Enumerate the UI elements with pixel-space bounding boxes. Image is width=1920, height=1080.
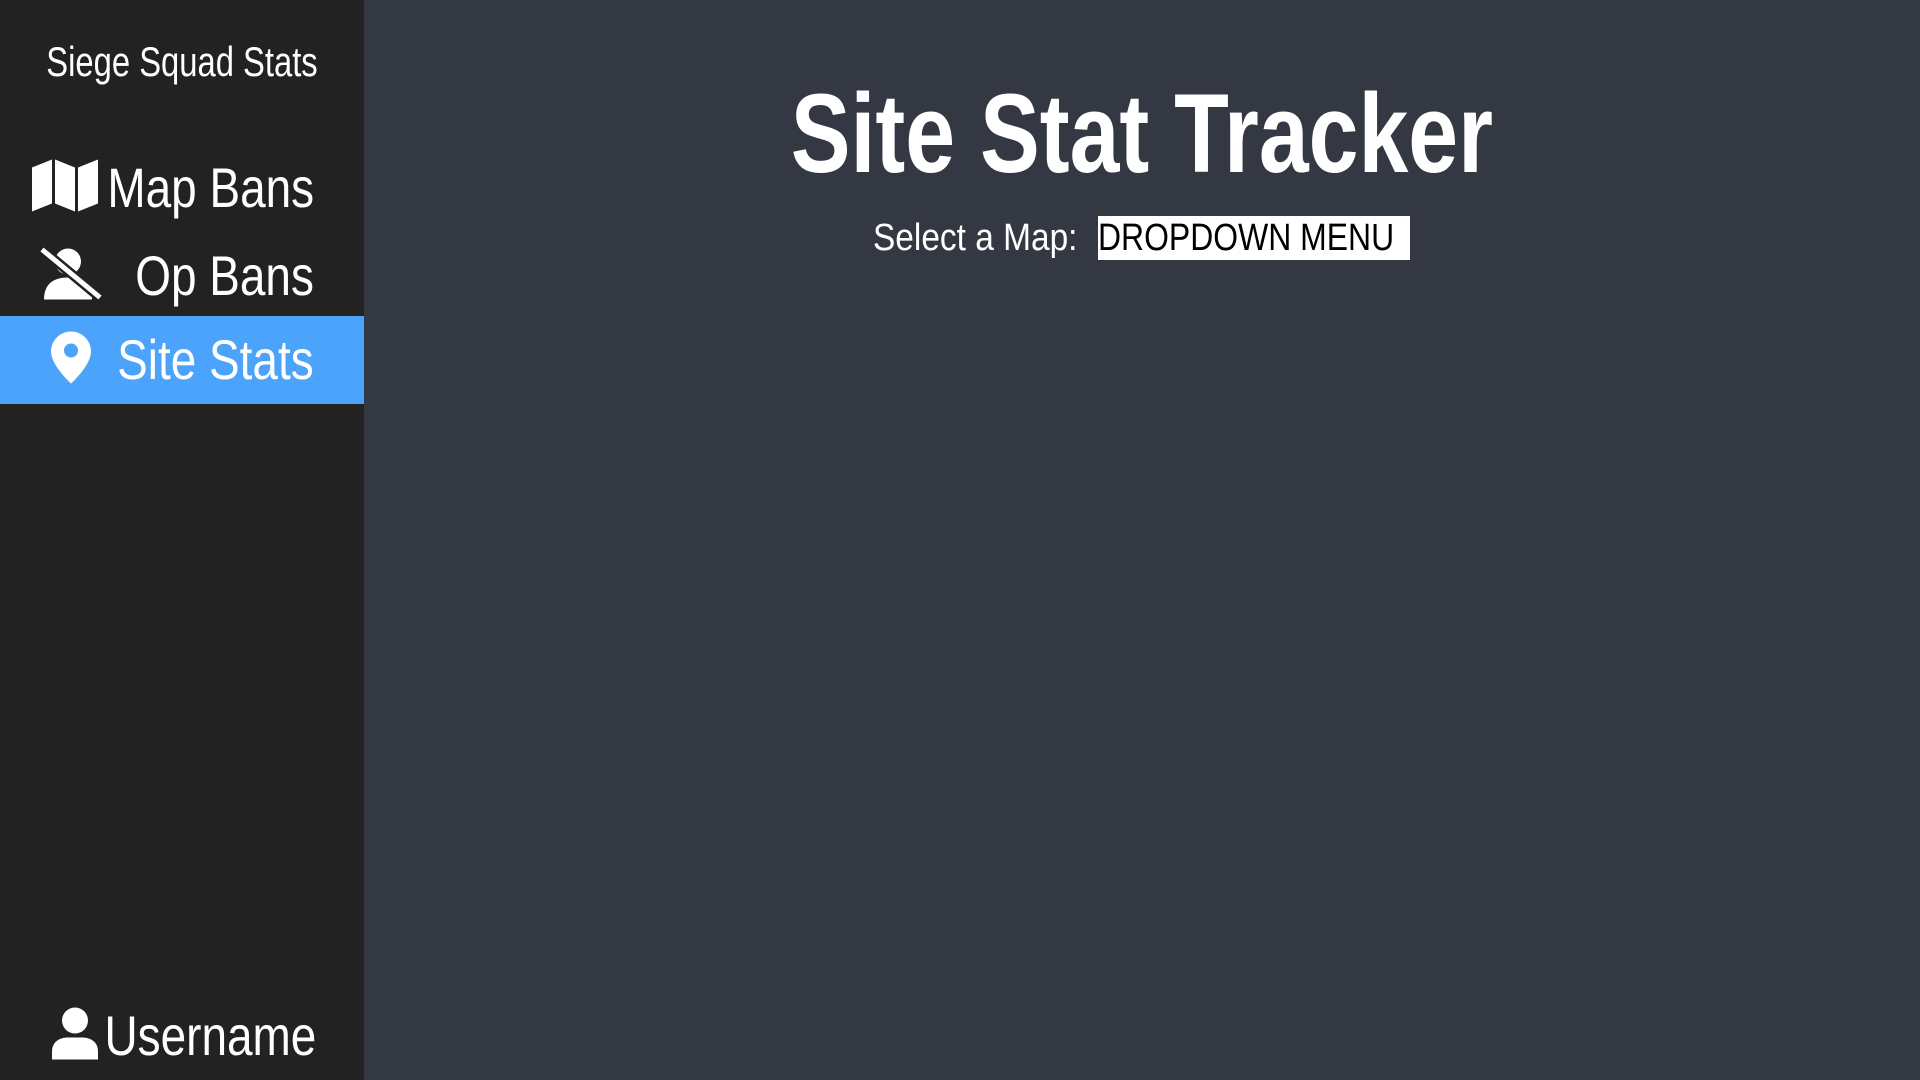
user-slash-icon	[38, 245, 104, 307]
map-select-row: Select a Map: DROPDOWN MENU	[873, 216, 1410, 260]
app-brand: Siege Squad Stats	[46, 38, 318, 85]
sidebar: Siege Squad Stats Map Bans Op Bans Site …	[0, 0, 364, 1080]
map-dropdown[interactable]: DROPDOWN MENU	[1098, 216, 1410, 260]
user-profile[interactable]: Username	[0, 996, 364, 1076]
user-icon	[52, 1007, 98, 1065]
username-label: Username	[104, 1004, 316, 1067]
app-window: Siege Squad Stats Map Bans Op Bans Site …	[0, 0, 1920, 1080]
sidebar-item-op-bans[interactable]: Op Bans	[0, 232, 364, 320]
sidebar-item-map-bans[interactable]: Map Bans	[0, 144, 364, 232]
page-title-text: Site Stat Tracker	[790, 71, 1494, 196]
sidebar-item-label: Op Bans	[135, 244, 314, 307]
sidebar-item-label: Site Stats	[117, 328, 314, 391]
map-icon	[32, 159, 98, 217]
sidebar-item-label: Map Bans	[107, 156, 314, 219]
map-dropdown-value: DROPDOWN MENU	[1098, 217, 1395, 259]
page-title: Site Stat Tracker	[364, 70, 1920, 199]
map-pin-icon	[51, 331, 91, 389]
sidebar-item-site-stats[interactable]: Site Stats	[0, 316, 364, 404]
map-select-label: Select a Map:	[873, 216, 1078, 259]
